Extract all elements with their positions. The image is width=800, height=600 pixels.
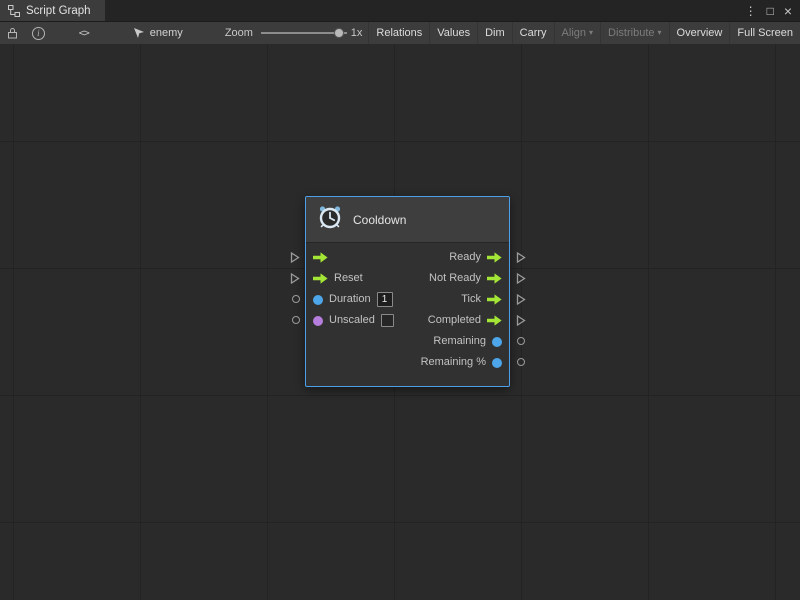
titlebar: Script Graph ⋮ □ × bbox=[0, 0, 800, 21]
lock-icon[interactable] bbox=[7, 27, 18, 39]
port-not-ready[interactable]: Not Ready bbox=[429, 273, 502, 284]
window-controls: ⋮ □ × bbox=[745, 0, 800, 21]
port-label: Not Ready bbox=[429, 273, 481, 284]
port-label: Reset bbox=[334, 273, 363, 284]
flow-output-port-icon[interactable] bbox=[487, 294, 502, 305]
graph-toolbar: i <> enemy Zoom 1x Relations Values Dim bbox=[0, 21, 800, 44]
value-output-port-icon[interactable] bbox=[492, 337, 502, 347]
value-output-port-icon[interactable] bbox=[492, 358, 502, 368]
node-row: Reset Not Ready bbox=[306, 268, 509, 289]
graph-canvas[interactable]: Cooldown Ready bbox=[0, 44, 800, 600]
relations-button[interactable]: Relations bbox=[368, 22, 429, 44]
port-label: Ready bbox=[449, 252, 481, 263]
zoom-slider-handle[interactable] bbox=[334, 28, 344, 38]
external-flow-connector[interactable] bbox=[516, 294, 526, 305]
tab-script-graph[interactable]: Script Graph bbox=[0, 0, 105, 21]
port-tick[interactable]: Tick bbox=[461, 294, 502, 305]
flow-input-port-icon[interactable] bbox=[313, 252, 328, 263]
external-value-connector[interactable] bbox=[517, 337, 525, 345]
bool-input-port-icon[interactable] bbox=[313, 316, 323, 326]
distribute-button: Distribute ▾ bbox=[600, 22, 668, 44]
zoom-slider[interactable] bbox=[261, 27, 347, 39]
flow-output-port-icon[interactable] bbox=[487, 273, 502, 284]
zoom-value: 1x bbox=[351, 27, 363, 39]
port-ready[interactable]: Ready bbox=[449, 252, 502, 263]
external-value-connector[interactable] bbox=[517, 358, 525, 366]
port-remaining[interactable]: Remaining bbox=[433, 336, 502, 347]
graph-icon bbox=[8, 5, 20, 17]
port-label: Remaining % bbox=[421, 357, 486, 368]
graph-target-label: enemy bbox=[150, 27, 183, 39]
node-row: Remaining bbox=[306, 331, 509, 352]
dim-button-label: Dim bbox=[485, 27, 505, 39]
overview-button-label: Overview bbox=[677, 27, 723, 39]
relations-button-label: Relations bbox=[376, 27, 422, 39]
port-invoke[interactable] bbox=[313, 252, 334, 263]
info-icon[interactable]: i bbox=[32, 27, 45, 40]
external-value-connector[interactable] bbox=[292, 316, 300, 324]
flow-output-port-icon[interactable] bbox=[487, 252, 502, 263]
flow-input-port-icon[interactable] bbox=[313, 273, 328, 284]
overview-button[interactable]: Overview bbox=[669, 22, 730, 44]
external-flow-connector[interactable] bbox=[290, 252, 300, 263]
external-flow-connector[interactable] bbox=[516, 273, 526, 284]
code-view-icon[interactable]: <> bbox=[79, 28, 89, 39]
graph-pointer-icon bbox=[133, 27, 145, 39]
external-value-connector[interactable] bbox=[292, 295, 300, 303]
port-label: Remaining bbox=[433, 336, 486, 347]
full-screen-button[interactable]: Full Screen bbox=[729, 22, 800, 44]
flow-output-port-icon[interactable] bbox=[487, 315, 502, 326]
port-label: Tick bbox=[461, 294, 481, 305]
unscaled-checkbox[interactable] bbox=[381, 314, 394, 327]
tab-label: Script Graph bbox=[26, 5, 91, 17]
dim-button[interactable]: Dim bbox=[477, 22, 512, 44]
cooldown-node-header[interactable]: Cooldown bbox=[306, 197, 509, 243]
node-row: Unscaled Completed bbox=[306, 310, 509, 331]
chevron-down-icon: ▾ bbox=[589, 29, 593, 37]
values-button[interactable]: Values bbox=[429, 22, 477, 44]
port-duration[interactable]: Duration bbox=[313, 292, 393, 307]
port-label: Duration bbox=[329, 294, 371, 305]
duration-field[interactable] bbox=[377, 292, 393, 307]
port-label: Unscaled bbox=[329, 315, 375, 326]
external-flow-connector[interactable] bbox=[290, 273, 300, 284]
cooldown-node[interactable]: Cooldown Ready bbox=[305, 196, 510, 387]
align-button-label: Align bbox=[562, 27, 586, 39]
port-remaining-percent[interactable]: Remaining % bbox=[421, 357, 502, 368]
port-unscaled[interactable]: Unscaled bbox=[313, 314, 394, 327]
cooldown-node-body: Ready Reset Not Ready bbox=[306, 243, 509, 386]
menu-icon[interactable]: ⋮ bbox=[745, 5, 757, 17]
carry-button[interactable]: Carry bbox=[512, 22, 554, 44]
distribute-button-label: Distribute bbox=[608, 27, 654, 39]
external-flow-connector[interactable] bbox=[516, 315, 526, 326]
script-graph-window: Script Graph ⋮ □ × i <> enemy Zoom 1 bbox=[0, 0, 800, 600]
full-screen-button-label: Full Screen bbox=[737, 27, 793, 39]
align-button: Align ▾ bbox=[554, 22, 600, 44]
node-row: Duration Tick bbox=[306, 289, 509, 310]
zoom-label: Zoom bbox=[225, 27, 253, 39]
node-title: Cooldown bbox=[353, 213, 406, 227]
alarm-clock-icon bbox=[317, 204, 343, 235]
port-completed[interactable]: Completed bbox=[428, 315, 502, 326]
carry-button-label: Carry bbox=[520, 27, 547, 39]
maximize-icon[interactable]: □ bbox=[767, 5, 774, 17]
node-row: Ready bbox=[306, 247, 509, 268]
toolbar-buttons: Relations Values Dim Carry Align ▾ Distr… bbox=[368, 22, 800, 44]
port-label: Completed bbox=[428, 315, 481, 326]
values-button-label: Values bbox=[437, 27, 470, 39]
node-row: Remaining % bbox=[306, 352, 509, 373]
value-input-port-icon[interactable] bbox=[313, 295, 323, 305]
chevron-down-icon: ▾ bbox=[658, 29, 662, 37]
port-reset[interactable]: Reset bbox=[313, 273, 363, 284]
close-icon[interactable]: × bbox=[784, 4, 792, 18]
external-flow-connector[interactable] bbox=[516, 252, 526, 263]
